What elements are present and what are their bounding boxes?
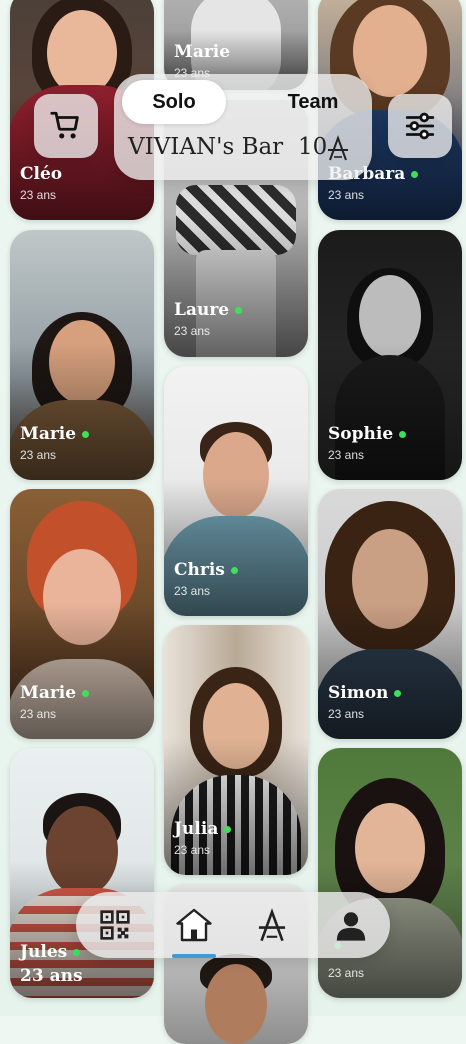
profile-name: Marie bbox=[174, 42, 231, 62]
cart-icon bbox=[50, 111, 79, 139]
tab-team[interactable]: Team bbox=[262, 80, 364, 124]
profile-card[interactable]: Sophie 23 ans bbox=[318, 230, 462, 480]
online-indicator bbox=[82, 430, 90, 438]
sliders-icon bbox=[405, 112, 435, 140]
profile-name-row: Jules bbox=[20, 942, 81, 962]
profile-name: Sophie bbox=[328, 424, 394, 444]
profile-age: 23 ans bbox=[20, 448, 57, 462]
profile-name-row: Marie bbox=[20, 424, 90, 444]
cart-button[interactable] bbox=[34, 94, 98, 158]
tab-solo[interactable]: Solo bbox=[122, 80, 226, 124]
online-indicator bbox=[224, 825, 232, 833]
online-indicator bbox=[394, 689, 402, 697]
table-icon bbox=[328, 135, 348, 161]
profile-name-row: Chris bbox=[174, 560, 238, 580]
filter-button[interactable] bbox=[388, 94, 452, 158]
nav-table[interactable] bbox=[247, 900, 297, 950]
table-icon bbox=[259, 908, 286, 942]
profile-age: 23 ans bbox=[20, 966, 83, 986]
online-indicator bbox=[73, 948, 81, 956]
online-indicator bbox=[411, 170, 419, 178]
online-indicator bbox=[235, 306, 243, 314]
profile-age: 23 ans bbox=[174, 584, 211, 598]
profile-name: Chris bbox=[174, 560, 225, 580]
bottom-nav bbox=[76, 892, 390, 958]
profile-name-row: Laure bbox=[174, 300, 243, 320]
venue-name: VIVIAN's Bar bbox=[128, 134, 284, 160]
online-indicator bbox=[82, 689, 90, 697]
profile-age: 23 ans bbox=[20, 188, 57, 202]
qr-code-icon bbox=[100, 910, 130, 940]
profile-name-row: Marie bbox=[20, 683, 90, 703]
profile-age: 23 ans bbox=[328, 188, 365, 202]
profile-name-row: Marie bbox=[174, 42, 230, 62]
profile-name-row: Cléo bbox=[20, 164, 62, 184]
profile-name: Julia bbox=[174, 819, 219, 839]
profile-name: Cléo bbox=[20, 164, 63, 184]
profile-card[interactable]: Julia 23 ans bbox=[164, 625, 308, 875]
profile-age: 23 ans bbox=[328, 448, 365, 462]
profile-age: 23 ans bbox=[328, 966, 365, 980]
profile-name: Marie bbox=[20, 683, 77, 703]
profile-age: 23 ans bbox=[20, 707, 57, 721]
profile-icon bbox=[336, 912, 365, 941]
profile-name: Simon bbox=[328, 683, 389, 703]
profile-name: Marie bbox=[20, 424, 77, 444]
header-panel: Solo Team VIVIAN's Bar 10 bbox=[114, 74, 372, 180]
profile-name: Laure bbox=[174, 300, 230, 320]
profile-age: 23 ans bbox=[328, 707, 365, 721]
nav-home[interactable] bbox=[169, 900, 219, 958]
profile-name-row: Sophie bbox=[328, 424, 407, 444]
home-icon bbox=[176, 908, 212, 942]
nav-qr-code[interactable] bbox=[90, 900, 140, 950]
profile-name-row: Julia bbox=[174, 819, 232, 839]
mode-toggle: Solo Team bbox=[122, 80, 364, 124]
profile-age: 23 ans bbox=[174, 324, 211, 338]
profile-name: Jules bbox=[20, 942, 68, 962]
profile-card[interactable]: 23 ans bbox=[318, 748, 462, 998]
online-indicator bbox=[399, 430, 407, 438]
profile-name-row: Simon bbox=[328, 683, 402, 703]
nav-profile[interactable] bbox=[326, 900, 376, 950]
profile-card[interactable]: Chris 23 ans bbox=[164, 366, 308, 616]
profile-card[interactable]: Simon 23 ans bbox=[318, 489, 462, 739]
profile-card[interactable]: Marie 23 ans bbox=[10, 489, 154, 739]
profile-card[interactable]: Jules 23 ans bbox=[10, 748, 154, 998]
table-number: 10 bbox=[298, 134, 328, 160]
online-indicator bbox=[230, 566, 238, 574]
profile-card[interactable]: Marie 23 ans bbox=[10, 230, 154, 480]
profile-age: 23 ans bbox=[174, 843, 211, 857]
